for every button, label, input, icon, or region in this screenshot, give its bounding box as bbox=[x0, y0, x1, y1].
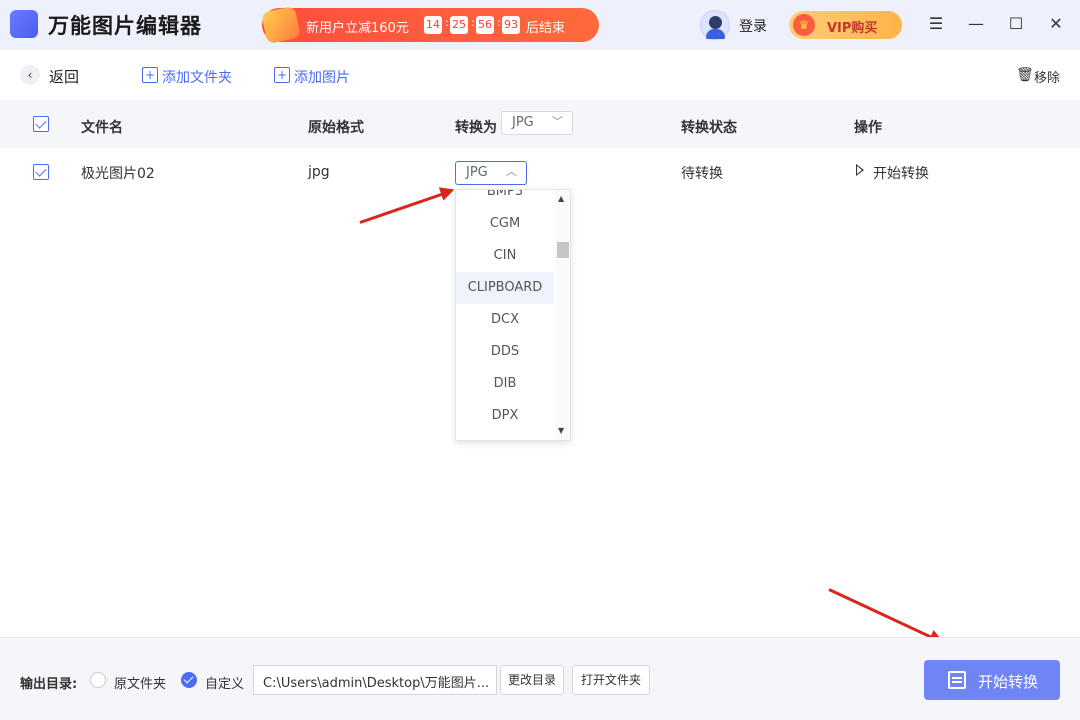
header-action: 操作 bbox=[854, 120, 882, 136]
timer-ms: 93 bbox=[502, 16, 520, 34]
dropdown-option[interactable]: CLIPBOARD bbox=[456, 272, 554, 304]
select-all-checkbox[interactable] bbox=[33, 116, 49, 132]
promo-text: 新用户立减160元 bbox=[306, 21, 409, 36]
remove-button[interactable]: 移除 bbox=[1034, 67, 1060, 86]
avatar-body bbox=[706, 29, 725, 39]
row-convert-value: JPG bbox=[466, 165, 488, 180]
add-folder-button[interactable]: 添加文件夹 bbox=[162, 67, 232, 87]
header-filename: 文件名 bbox=[81, 120, 123, 136]
login-link[interactable]: 登录 bbox=[739, 16, 767, 36]
dropdown-option[interactable]: CGM bbox=[456, 208, 554, 240]
dropdown-option[interactable]: DCX bbox=[456, 304, 554, 336]
vip-purchase-button[interactable]: ♛ VIP购买 bbox=[789, 11, 902, 39]
dropdown-scrollbar[interactable] bbox=[555, 190, 570, 440]
app-title: 万能图片编辑器 bbox=[48, 14, 202, 38]
back-button[interactable]: 返回 bbox=[49, 66, 79, 87]
crown-icon: ♛ bbox=[793, 14, 815, 36]
output-path-field[interactable]: C:\Users\admin\Desktop\万能图片... bbox=[253, 665, 497, 695]
maximize-button[interactable]: ☐ bbox=[1004, 12, 1028, 36]
table-header: 文件名 原始格式 转换为 JPG ﹀ 转换状态 操作 bbox=[0, 100, 1080, 148]
title-bar: 万能图片编辑器 新用户立减160元 14 : 25 : 56 : 93 后结束 … bbox=[0, 0, 1080, 50]
chevron-up-icon: ︿ bbox=[506, 165, 517, 178]
change-dir-button[interactable]: 更改目录 bbox=[500, 665, 564, 695]
radio-custom[interactable] bbox=[181, 672, 197, 688]
avatar-icon[interactable] bbox=[700, 10, 730, 40]
promo-banner[interactable]: 新用户立减160元 14 : 25 : 56 : 93 后结束 bbox=[261, 5, 599, 45]
close-button[interactable]: ✕ bbox=[1044, 12, 1068, 36]
row-start-convert-button[interactable]: 开始转换 bbox=[873, 163, 929, 183]
row-format: jpg bbox=[308, 164, 330, 180]
radio-custom-label[interactable]: 自定义 bbox=[205, 673, 244, 692]
add-folder-icon[interactable]: + bbox=[142, 67, 158, 83]
format-dropdown[interactable]: BMP3 CGM CIN CLIPBOARD DCX DDS DIB DPX ▲… bbox=[455, 189, 571, 441]
annotation-arrow bbox=[359, 189, 452, 224]
dropdown-option[interactable]: CIN bbox=[456, 240, 554, 272]
scroll-up-icon[interactable]: ▲ bbox=[558, 194, 564, 203]
convert-icon bbox=[948, 671, 966, 689]
row-convert-select[interactable]: JPG ︿ bbox=[455, 161, 527, 185]
header-status: 转换状态 bbox=[681, 120, 737, 136]
dropdown-option[interactable]: DPX bbox=[456, 400, 554, 432]
toolbar: ‹ 返回 + 添加文件夹 + 添加图片 🗑 移除 bbox=[0, 50, 1080, 100]
app-logo-icon bbox=[10, 10, 38, 38]
gift-icon bbox=[261, 5, 301, 45]
dropdown-option[interactable]: BMP3 bbox=[456, 190, 554, 208]
menu-icon[interactable]: ☰ bbox=[924, 12, 948, 36]
start-convert-button[interactable]: 开始转换 bbox=[924, 660, 1060, 700]
row-checkbox[interactable] bbox=[33, 164, 49, 180]
header-format: 原始格式 bbox=[308, 120, 364, 136]
timer-separator: : bbox=[497, 16, 501, 29]
bottom-bar: 输出目录: 原文件夹 自定义 C:\Users\admin\Desktop\万能… bbox=[0, 637, 1080, 720]
header-convert-to: 转换为 bbox=[455, 120, 497, 136]
row-filename: 极光图片02 bbox=[81, 166, 155, 182]
timer-seconds: 56 bbox=[476, 16, 494, 34]
chevron-down-icon: ﹀ bbox=[552, 115, 563, 128]
convert-all-value: JPG bbox=[512, 115, 534, 130]
timer-hours: 14 bbox=[424, 16, 442, 34]
avatar-face bbox=[709, 16, 722, 29]
convert-all-select[interactable]: JPG ﹀ bbox=[501, 111, 573, 135]
row-status: 待转换 bbox=[681, 166, 723, 182]
add-image-button[interactable]: 添加图片 bbox=[294, 67, 350, 87]
vip-label: VIP购买 bbox=[827, 21, 878, 36]
promo-suffix: 后结束 bbox=[526, 21, 566, 36]
back-icon[interactable]: ‹ bbox=[20, 65, 40, 85]
dropdown-option[interactable]: DIB bbox=[456, 368, 554, 400]
open-folder-button[interactable]: 打开文件夹 bbox=[572, 665, 650, 695]
scrollbar-thumb[interactable] bbox=[557, 242, 569, 258]
start-convert-label: 开始转换 bbox=[978, 673, 1039, 691]
radio-original-folder[interactable] bbox=[90, 672, 106, 688]
trash-icon[interactable]: 🗑 bbox=[1016, 67, 1034, 83]
output-dir-label: 输出目录: bbox=[20, 677, 78, 692]
play-icon[interactable] bbox=[856, 164, 864, 176]
dropdown-option[interactable]: DDS bbox=[456, 336, 554, 368]
timer-separator: : bbox=[471, 16, 475, 29]
annotation-arrow bbox=[828, 588, 941, 643]
radio-original-label[interactable]: 原文件夹 bbox=[114, 673, 166, 692]
scroll-down-icon[interactable]: ▼ bbox=[558, 426, 564, 435]
timer-separator: : bbox=[445, 16, 449, 29]
minimize-button[interactable]: — bbox=[964, 12, 988, 36]
timer-minutes: 25 bbox=[450, 16, 468, 34]
add-image-icon[interactable]: + bbox=[274, 67, 290, 83]
